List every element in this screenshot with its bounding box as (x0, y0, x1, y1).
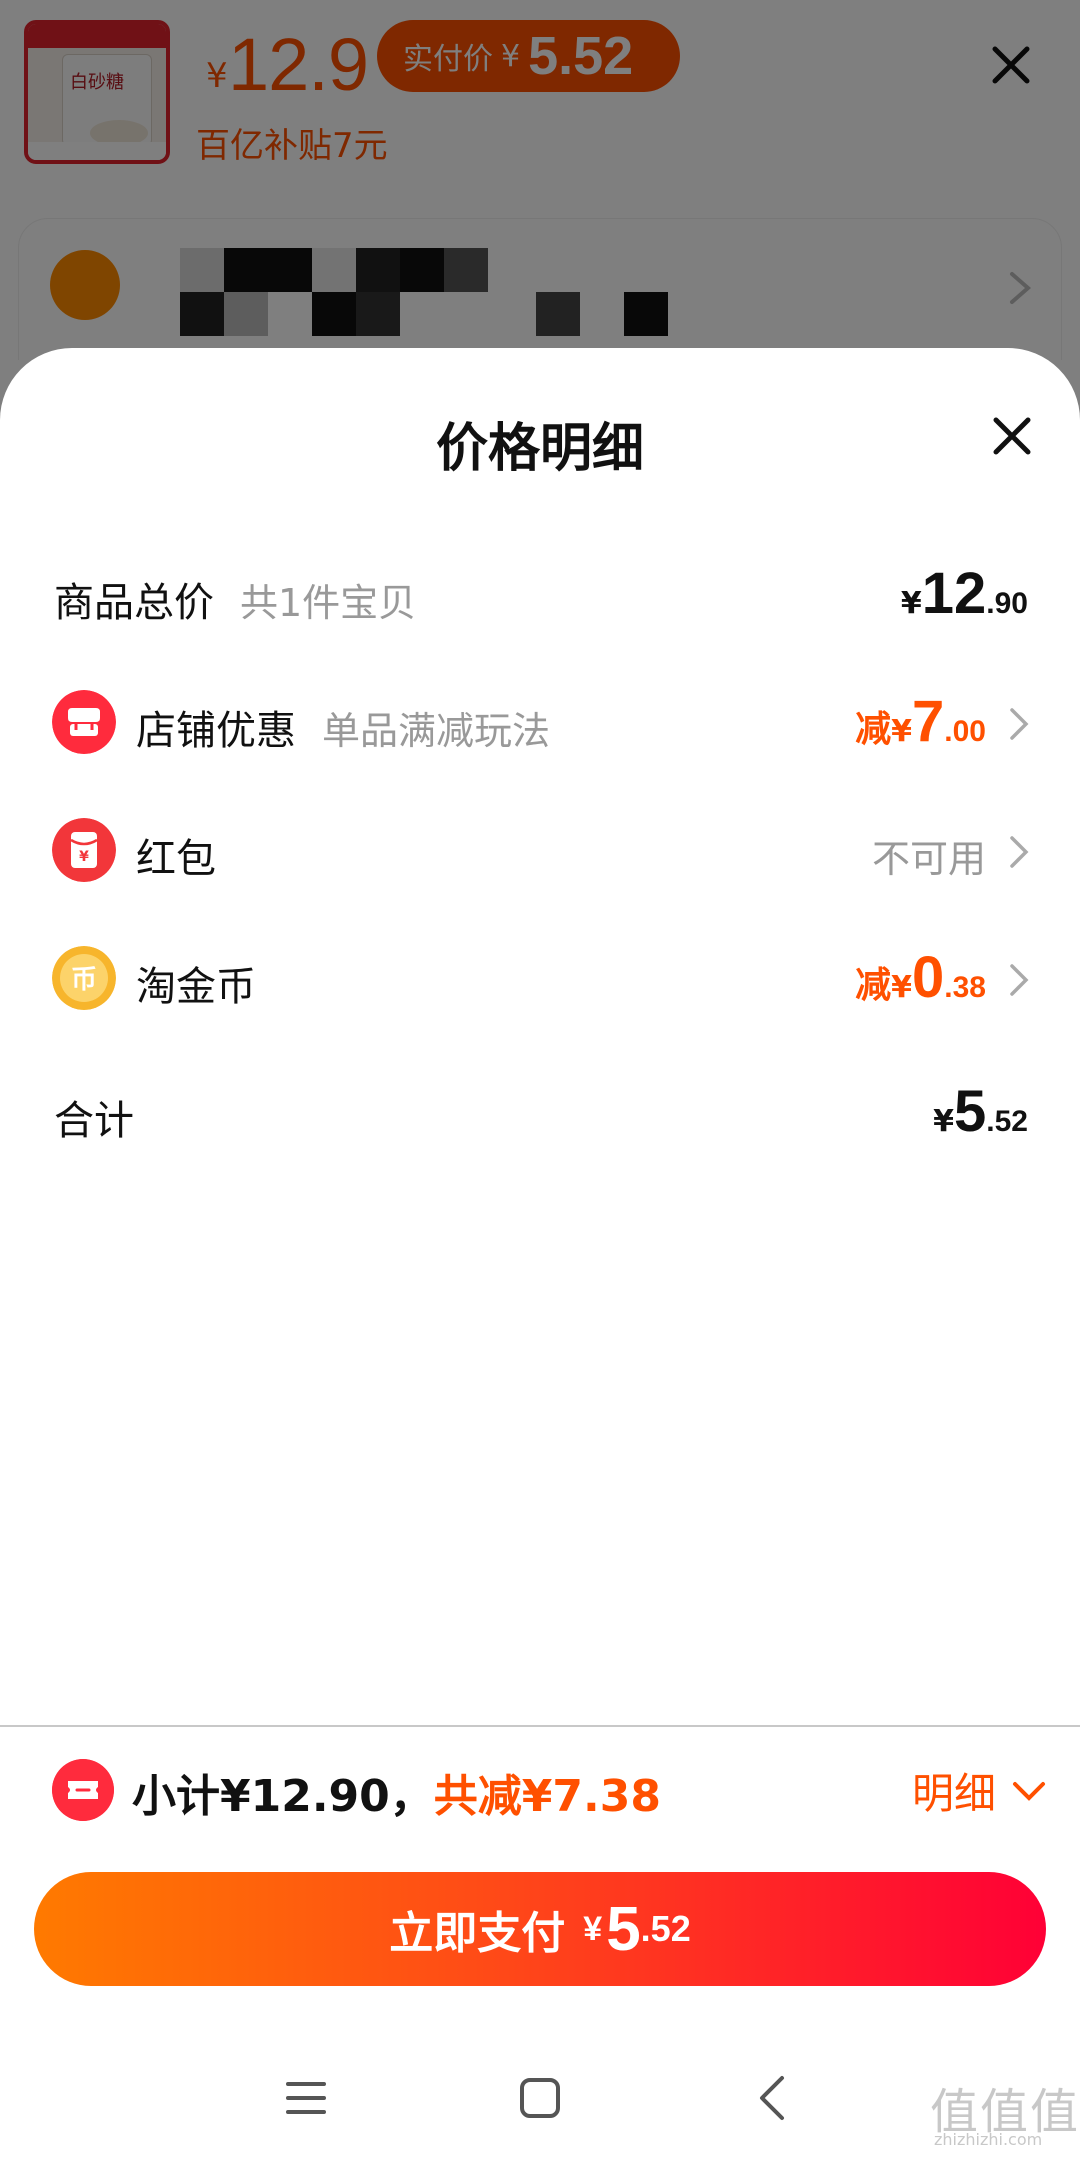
watermark-url: zhizhizhi.com (934, 2130, 1043, 2149)
goods-total-label: 商品总价 (54, 580, 214, 626)
watermark: 值值值 zhizhizhi.com (930, 2072, 1080, 2157)
detail-label: 明细 (912, 1769, 997, 1818)
amount-integer: 7 (912, 689, 945, 754)
back-icon[interactable] (744, 2068, 804, 2128)
goods-total-row: 商品总价 共1件宝贝 ¥ 12 .90 (0, 560, 1080, 640)
amount-decimal: .00 (944, 715, 986, 748)
currency-symbol: ¥ (933, 1104, 955, 1139)
sheet-title: 价格明细 (435, 419, 644, 479)
store-discount-sub: 单品满减玩法 (322, 709, 551, 753)
red-packet-row[interactable]: ¥ 红包 不可用 (0, 816, 1080, 896)
coin-glyph: 币 (71, 965, 97, 995)
red-packet-status: 不可用 (871, 837, 986, 881)
amount-decimal: .52 (640, 1908, 691, 1949)
store-discount-row[interactable]: 店铺优惠 单品满减玩法 减 ¥ 7 .00 (0, 688, 1080, 768)
ticket-icon (52, 1759, 114, 1821)
pay-button-label: 立即支付 (389, 1909, 566, 1958)
total-label: 合计 (54, 1098, 134, 1144)
chevron-right-icon (1010, 708, 1029, 740)
store-discount-label: 店铺优惠 (136, 708, 296, 754)
coin-icon: 币 (52, 946, 116, 1010)
red-packet-icon: ¥ (52, 818, 116, 882)
goods-total-amount: ¥ 12 .90 (901, 560, 1028, 627)
red-packet-glyph: ¥ (79, 849, 89, 865)
total-discount-text: 共减¥7.38 (433, 1771, 661, 1822)
subtotal-summary: 小计¥12.90，共减¥7.38 (132, 1760, 661, 1824)
menu-icon[interactable] (276, 2068, 336, 2128)
store-discount-amount: 减 ¥ 7 .00 (855, 688, 986, 755)
discount-prefix: 减 (855, 965, 892, 1006)
total-row: 合计 ¥ 5 .52 (0, 1078, 1080, 1158)
amount-decimal: .38 (944, 971, 986, 1004)
footer-divider (0, 1725, 1080, 1727)
amount-integer: 12 (921, 561, 987, 626)
chevron-right-icon (1010, 836, 1029, 868)
currency-symbol: ¥ (891, 970, 913, 1005)
amount-integer: 5 (954, 1079, 987, 1144)
home-icon[interactable] (510, 2068, 570, 2128)
detail-toggle[interactable]: 明细 (912, 1760, 1046, 1821)
goods-count-text: 共1件宝贝 (240, 581, 417, 625)
amount-decimal: .52 (986, 1105, 1028, 1138)
currency-symbol: ¥ (891, 714, 913, 749)
chevron-right-icon (1010, 964, 1029, 996)
taojinbi-amount: 减 ¥ 0 .38 (855, 944, 986, 1011)
store-icon (52, 690, 116, 754)
amount-decimal: .90 (986, 587, 1028, 620)
total-amount: ¥ 5 .52 (933, 1078, 1028, 1145)
taojinbi-row[interactable]: 币 淘金币 减 ¥ 0 .38 (0, 944, 1080, 1024)
taojinbi-label: 淘金币 (136, 964, 256, 1010)
discount-prefix: 减 (855, 709, 892, 750)
currency-symbol: ¥ (583, 1909, 603, 1948)
amount-integer: 5 (606, 1894, 641, 1964)
amount-integer: 0 (912, 945, 945, 1010)
currency-symbol: ¥ (900, 586, 922, 621)
close-icon[interactable] (992, 416, 1032, 456)
subtotal-text: 小计¥12.90， (132, 1771, 434, 1822)
chevron-down-icon (1013, 1781, 1046, 1801)
red-packet-label: 红包 (136, 836, 216, 882)
pay-now-button[interactable]: 立即支付 ¥ 5 .52 (34, 1872, 1046, 1986)
